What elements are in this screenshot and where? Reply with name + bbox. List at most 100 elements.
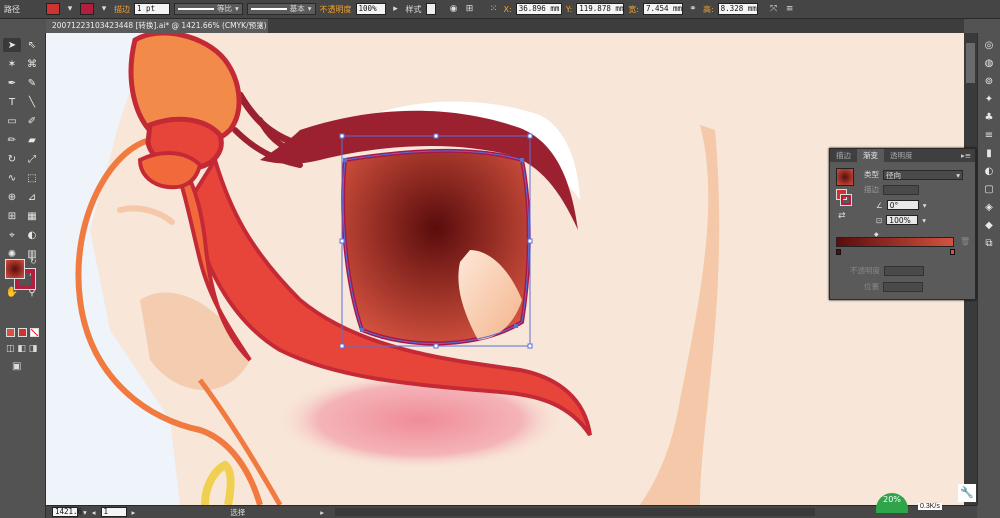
recolor-icon[interactable]: ◉ [448,3,460,15]
opacity-field[interactable]: 100% [355,3,386,15]
stroke-gradient-options[interactable] [883,184,919,195]
opacity-label[interactable]: 不透明度 [320,4,352,15]
pen-tool-icon[interactable]: ✒ [3,76,21,90]
stroke-icon[interactable]: ≡ [983,129,995,141]
scale-tool-icon[interactable]: ⤢ [23,152,41,166]
fill-swatch[interactable] [46,3,60,15]
rotate-tool-icon[interactable]: ↻ [3,152,21,166]
prev-artboard-icon[interactable]: ◂ [92,508,96,517]
magic-wand-tool-icon[interactable]: ✶ [3,57,21,71]
blend-tool-icon[interactable]: ◐ [23,228,41,242]
opacity-field[interactable] [884,265,924,276]
artboard-canvas[interactable] [46,33,964,505]
curvature-tool-icon[interactable]: ✎ [23,76,41,90]
tab-stroke[interactable]: 描边 [830,149,857,162]
gradient-tool-icon[interactable]: ▦ [23,209,41,223]
gradient-type-dropdown[interactable]: 径向 ▾ [883,169,963,180]
next-artboard-icon[interactable]: ▸ [132,508,136,517]
eyedropper-tool-icon[interactable]: ⌖ [3,228,21,242]
fill-stroke-mini-stroke[interactable] [840,194,852,206]
angle-field[interactable]: 0° [886,200,919,210]
artboards-icon[interactable]: ⧉ [983,237,995,249]
gradient-preview-swatch[interactable] [836,168,854,186]
height-field[interactable]: 8.328 mm [717,3,758,15]
style-swatch[interactable] [425,3,436,15]
chevron-right-icon[interactable]: ▸ [390,3,402,15]
position-field[interactable] [883,281,923,292]
color-guide-icon[interactable]: ◎ [983,39,995,51]
panel-tabs: 描边 渐变 透明度 ▸≡ [830,149,975,162]
gradient-icon[interactable]: ▮ [983,147,995,159]
width-field[interactable]: 7.454 mm [642,3,683,15]
delete-stop-icon[interactable]: 🗑 [960,237,970,246]
free-transform-tool-icon[interactable]: ⬚ [23,171,41,185]
lasso-tool-icon[interactable]: ⌘ [23,57,41,71]
uniform-label: 等比 [217,4,232,13]
appearance-icon[interactable]: ▢ [983,183,995,195]
type-tool-icon[interactable]: T [3,95,21,109]
gradient-slider[interactable] [836,237,954,247]
symbols-icon[interactable]: ♣ [983,111,995,123]
aspect-ratio-field[interactable]: 100% [886,215,919,225]
artboard-field[interactable]: 1 [100,507,127,517]
reference-point-icon[interactable]: ⁙ [488,3,500,15]
shape-builder-tool-icon[interactable]: ⊕ [3,190,21,204]
align-icon[interactable]: ⊞ [464,3,476,15]
paintbrush-tool-icon[interactable]: ✐ [23,114,41,128]
document-tabs: 20071223103423448 [转换].ai* @ 1421.66% (C… [46,19,964,33]
panel-menu-icon[interactable]: ▸≡ [961,149,975,162]
draw-mode-icon[interactable]: ◫ ◧ ◨ [6,344,37,354]
x-field[interactable]: 36.896 mm [515,3,562,15]
tab-gradient[interactable]: 渐变 [857,149,884,162]
direct-selection-tool-icon[interactable]: ⇖ [23,38,41,52]
link-icon[interactable]: ⚭ [687,3,699,15]
eraser-tool-icon[interactable]: ▰ [23,133,41,147]
document-tab[interactable]: 20071223103423448 [转换].ai* @ 1421.66% (C… [46,19,268,33]
gradient-stop-end[interactable] [950,249,955,255]
tab-transparency[interactable]: 透明度 [884,149,919,162]
y-field[interactable]: 119.878 mm [576,3,624,15]
close-icon[interactable]: × [258,19,264,33]
panel-menu-icon[interactable]: ≡ [784,3,796,15]
status-menu-icon[interactable]: ▸ [320,508,324,517]
none-mode-icon[interactable] [30,328,39,337]
brushes-icon[interactable]: ✦ [983,93,995,105]
color-mode-icon[interactable] [6,328,15,337]
wrench-icon[interactable]: 🔧 [958,484,976,502]
horizontal-scrollbar[interactable] [335,508,816,516]
chevron-down-icon[interactable]: ▾ [98,3,110,15]
chevron-down-icon[interactable]: ▾ [64,3,76,15]
rectangle-tool-icon[interactable]: ▭ [3,114,21,128]
selection-tool-icon[interactable]: ➤ [3,38,21,52]
scroll-thumb[interactable] [966,43,975,83]
fill-color-box[interactable] [5,259,25,279]
chevron-down-icon[interactable]: ▾ [923,201,927,210]
transparency-icon[interactable]: ◐ [983,165,995,177]
panel-dock: ◎ ◍ ⊚ ✦ ♣ ≡ ▮ ◐ ▢ ◈ ◆ ⧉ [977,33,1000,505]
perspective-grid-tool-icon[interactable]: ⊿ [23,190,41,204]
swatches-icon[interactable]: ⊚ [983,75,995,87]
warp-tool-icon[interactable]: ∿ [3,171,21,185]
zoom-field[interactable]: 1421.6 [52,507,82,517]
tools-panel: ➤ ⇖ ✶ ⌘ ✒ ✎ T ╲ ▭ ✐ ✏ ▰ ↻ ⤢ ∿ ⬚ ⊕ ⊿ ⊞ ▦ … [0,33,46,518]
graphic-styles-icon[interactable]: ◈ [983,201,995,213]
pencil-tool-icon[interactable]: ✏ [3,133,21,147]
color-icon[interactable]: ◍ [983,57,995,69]
brush-dropdown[interactable]: 基本 ▾ [246,3,316,15]
transform-icon[interactable]: ⤧ [768,3,780,15]
angle-icon: ∠ [876,200,883,210]
stroke-profile-dropdown[interactable]: 等比 ▾ [174,3,243,15]
mesh-tool-icon[interactable]: ⊞ [3,209,21,223]
stroke-swatch[interactable] [80,3,94,15]
layers-icon[interactable]: ◆ [983,219,995,231]
stroke-weight-field[interactable]: 1 pt [134,3,170,15]
reverse-gradient-icon[interactable]: ⇄ [838,211,846,221]
screen-mode-icon[interactable]: ▣ [12,361,21,372]
stroke-label[interactable]: 描边 [114,4,130,15]
swap-colors-icon[interactable]: ↻ [30,257,37,266]
chevron-down-icon[interactable]: ▾ [922,216,926,225]
chevron-down-icon[interactable]: ▾ [83,508,87,517]
gradient-mode-icon[interactable] [18,328,27,337]
line-tool-icon[interactable]: ╲ [23,95,41,109]
gradient-stop-start[interactable] [836,249,841,255]
